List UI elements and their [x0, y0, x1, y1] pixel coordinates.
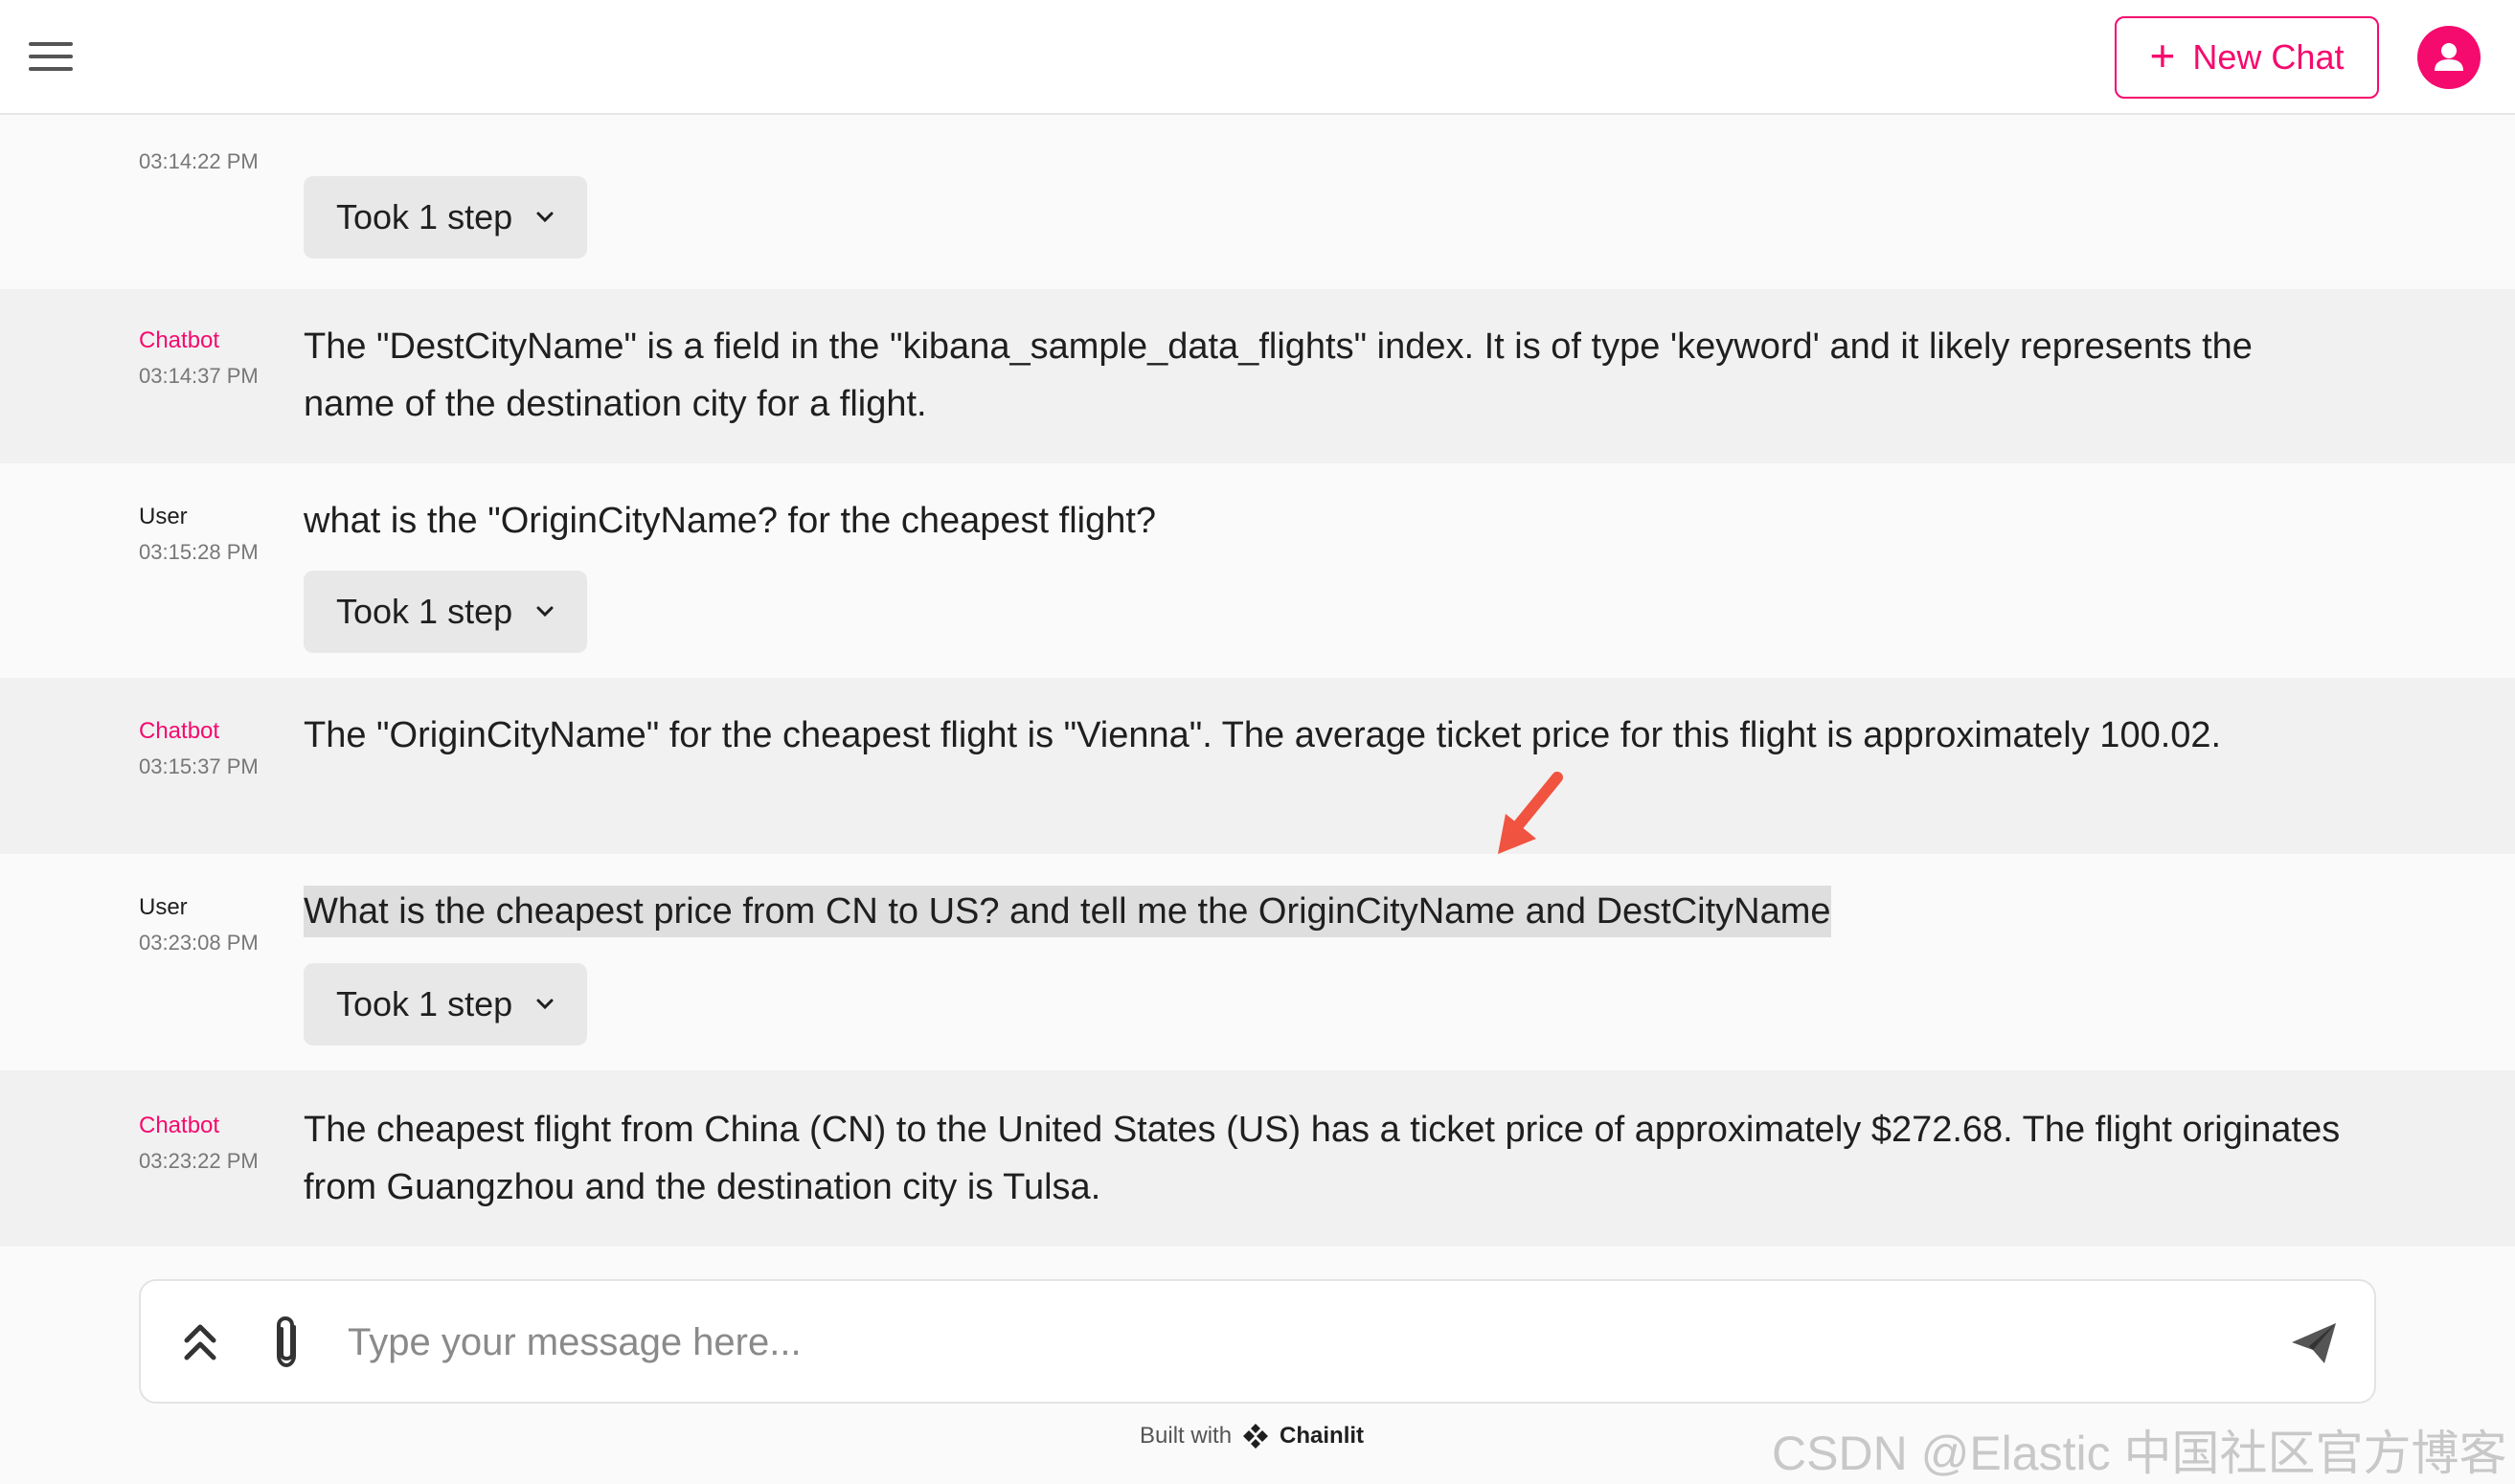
- selected-text-highlight: What is the cheapest price from CN to US…: [304, 886, 1831, 937]
- message-text: What is the cheapest price from CN to US…: [304, 883, 2353, 940]
- watermark-text: CSDN @Elastic 中国社区官方博客: [1772, 1427, 2507, 1480]
- message-time: 03:23:08 PM: [139, 931, 259, 955]
- chevrons-up-icon[interactable]: [181, 1321, 219, 1363]
- chevron-down-icon: [536, 606, 554, 618]
- message-chatbot: Chatbot 03:14:37 PM The "DestCityName" i…: [0, 289, 2515, 463]
- message-user: 03:14:22 PM Took 1 step: [0, 117, 2515, 287]
- chevron-down-icon: [536, 999, 554, 1010]
- message-text: The cheapest flight from China (CN) to t…: [304, 1110, 2341, 1207]
- chainlit-link[interactable]: Chainlit: [1280, 1423, 1364, 1450]
- message-time: 03:14:22 PM: [139, 149, 259, 173]
- annotation-arrow: [1498, 772, 1563, 854]
- message-author: Chatbot: [139, 718, 220, 744]
- app-header: + New Chat: [0, 0, 2515, 115]
- message-user: User 03:23:08 PM What is the cheapest pr…: [0, 854, 2515, 1070]
- send-icon[interactable]: [2290, 1321, 2338, 1365]
- took-step-toggle[interactable]: Took 1 step: [304, 176, 588, 259]
- step-label: Took 1 step: [336, 984, 513, 1023]
- footer: Built with Chainlit: [1140, 1419, 1364, 1453]
- message-time: 03:23:22 PM: [139, 1149, 259, 1173]
- message-text: The "DestCityName" is a field in the "ki…: [304, 326, 2253, 424]
- user-avatar-icon[interactable]: [2417, 26, 2481, 89]
- chainlit-logo-icon: [1243, 1424, 1269, 1449]
- message-time: 03:15:28 PM: [139, 540, 259, 564]
- took-step-toggle[interactable]: Took 1 step: [304, 571, 588, 653]
- hamburger-menu-icon[interactable]: [29, 42, 75, 73]
- message-list: 03:14:22 PM Took 1 step Chatbot 03:14:37…: [0, 117, 2515, 1247]
- message-chatbot: Chatbot 03:23:22 PM The cheapest flight …: [0, 1070, 2515, 1247]
- new-chat-button[interactable]: + New Chat: [2115, 16, 2379, 99]
- message-user: User 03:15:28 PM what is the "OriginCity…: [0, 463, 2515, 678]
- message-chatbot: Chatbot 03:15:37 PM The "OriginCityName"…: [0, 678, 2515, 854]
- message-author: Chatbot: [139, 327, 220, 353]
- message-author: User: [139, 894, 188, 920]
- built-with-label: Built with: [1140, 1423, 1233, 1449]
- message-text: The "OriginCityName" for the cheapest fl…: [304, 715, 2222, 755]
- message-author: User: [139, 504, 188, 529]
- message-time: 03:15:37 PM: [139, 754, 259, 778]
- message-time: 03:14:37 PM: [139, 364, 259, 388]
- step-label: Took 1 step: [336, 197, 513, 236]
- chevron-down-icon: [536, 212, 554, 223]
- message-composer: [139, 1279, 2376, 1404]
- took-step-toggle[interactable]: Took 1 step: [304, 963, 588, 1046]
- message-input[interactable]: [348, 1302, 2215, 1383]
- paperclip-icon[interactable]: [269, 1314, 304, 1371]
- new-chat-label: New Chat: [2192, 37, 2345, 77]
- message-author: Chatbot: [139, 1113, 220, 1138]
- step-label: Took 1 step: [336, 592, 513, 631]
- plus-icon: +: [2149, 31, 2176, 80]
- message-text: what is the "OriginCityName? for the che…: [304, 501, 1157, 541]
